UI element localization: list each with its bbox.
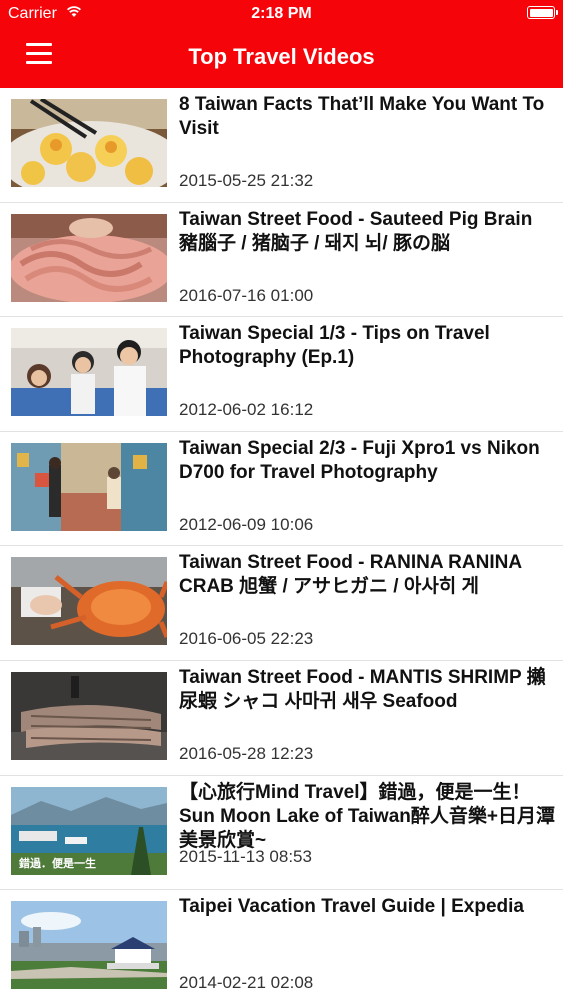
video-title: Taiwan Street Food - RANINA RANINA CRAB …: [179, 552, 522, 598]
navigation-bar: Carrier 2:18 PM Top Travel Videos: [0, 0, 563, 88]
video-date: 2016-07-16 01:00: [179, 285, 314, 305]
status-time: 2:18 PM: [251, 5, 312, 22]
video-title: 8 Taiwan Facts That’ll Make You Want To …: [179, 94, 545, 139]
video-list-item[interactable]: 錯過．便是一生 【心旅行Mind Travel】錯過，便是一生！ Sun Moo…: [0, 776, 563, 891]
video-date: 2016-06-05 22:23: [179, 629, 314, 649]
video-date: 2015-11-13 08:53: [179, 846, 312, 866]
video-thumbnail[interactable]: [11, 213, 167, 302]
video-list-item[interactable]: Taipei Vacation Travel Guide | Expedia 2…: [0, 890, 563, 1005]
video-thumbnail[interactable]: 錯過．便是一生: [11, 786, 167, 875]
video-list-item[interactable]: Taiwan Street Food - RANINA RANINA CRAB …: [0, 546, 563, 661]
video-list-item[interactable]: Taiwan Street Food - MANTIS SHRIMP 攋尿蝦 シ…: [0, 661, 563, 776]
video-title: Taiwan Special 1/3 - Tips on Travel Phot…: [179, 323, 490, 369]
video-title: Taipei Vacation Travel Guide | Expedia: [179, 896, 524, 918]
video-thumbnail[interactable]: [11, 557, 167, 646]
video-title: Taiwan Special 2/3 - Fuji Xpro1 vs Nikon…: [179, 437, 540, 483]
video-list-item[interactable]: Taiwan Special 2/3 - Fuji Xpro1 vs Nikon…: [0, 432, 563, 547]
video-date: 2012-06-02 16:12: [179, 400, 314, 420]
page-title: Top Travel Videos: [188, 44, 375, 69]
status-bar: Carrier 2:18 PM: [0, 0, 563, 30]
video-list-item[interactable]: Taiwan Street Food - Sauteed Pig Brain 豬…: [0, 203, 563, 318]
video-thumbnail[interactable]: [11, 442, 167, 531]
video-date: 2016-05-28 12:23: [179, 743, 314, 763]
video-list-item[interactable]: Taiwan Special 1/3 - Tips on Travel Phot…: [0, 317, 563, 432]
video-thumbnail[interactable]: [11, 901, 167, 990]
video-title: Taiwan Street Food - MANTIS SHRIMP 攋尿蝦 シ…: [179, 666, 546, 712]
thumbnail-caption: 錯過．便是一生: [19, 856, 96, 870]
video-thumbnail[interactable]: [11, 671, 167, 760]
battery-icon: [527, 6, 558, 19]
video-title: 【心旅行Mind Travel】錯過，便是一生！ Sun Moon Lake o…: [179, 781, 555, 851]
video-thumbnail[interactable]: [11, 328, 167, 417]
video-date: 2014-02-21 02:08: [179, 973, 314, 993]
video-date: 2012-06-09 10:06: [179, 514, 314, 534]
video-list: 8 Taiwan Facts That’ll Make You Want To …: [0, 88, 563, 1005]
video-date: 2015-05-25 21:32: [179, 171, 314, 190]
video-thumbnail[interactable]: [11, 99, 167, 187]
video-list-item[interactable]: 8 Taiwan Facts That’ll Make You Want To …: [0, 88, 563, 203]
video-title: Taiwan Street Food - Sauteed Pig Brain 豬…: [179, 208, 533, 254]
